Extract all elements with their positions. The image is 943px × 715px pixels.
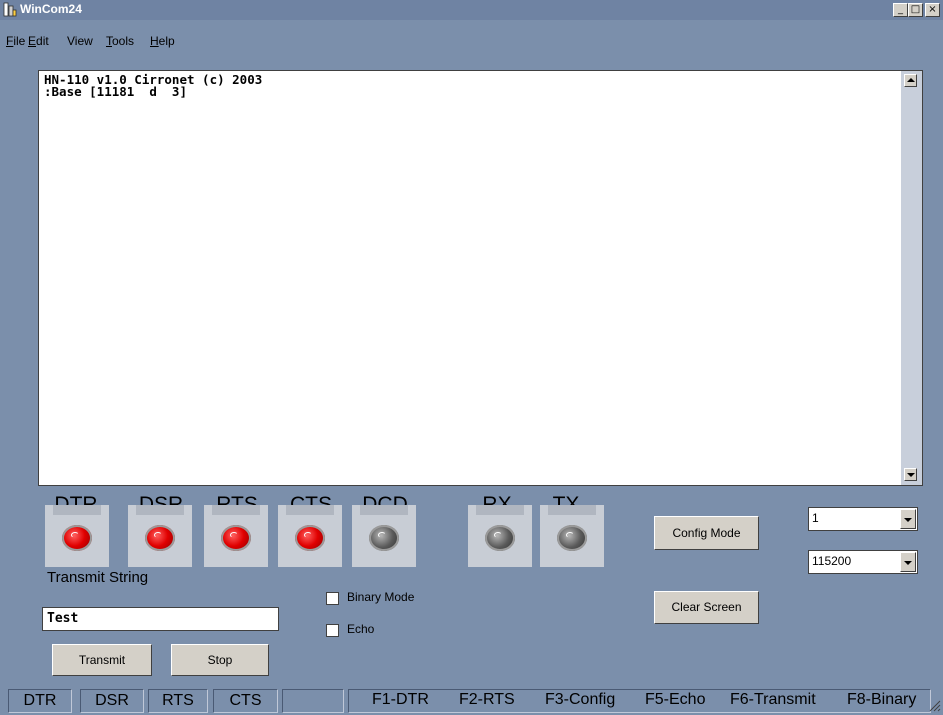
status-cts: CTS — [213, 689, 278, 713]
port-select[interactable]: 1 — [808, 507, 918, 531]
menu-view[interactable]: View — [67, 34, 93, 48]
menu-bar: File Edit View Tools Help — [0, 34, 943, 54]
led-dsr-icon — [145, 525, 175, 551]
led-tx-icon — [557, 525, 587, 551]
echo-label: Echo — [347, 622, 375, 636]
transmit-button[interactable]: Transmit — [52, 644, 152, 676]
menu-tools[interactable]: Tools — [106, 34, 134, 48]
transmit-string-input[interactable]: Test — [42, 607, 279, 631]
status-empty — [282, 689, 344, 713]
led-panel-tx — [540, 505, 604, 567]
baud-dropdown-arrow[interactable] — [900, 552, 916, 572]
scroll-up-button[interactable] — [904, 74, 917, 87]
transmit-string-label: Transmit String — [47, 569, 149, 586]
led-rts-icon — [221, 525, 251, 551]
status-bar: DTR DSR RTS CTS F1-DTR F2-RTS F3-Config … — [0, 686, 943, 715]
app-icon — [3, 2, 17, 17]
resize-grip-icon[interactable] — [929, 700, 941, 712]
status-key-f1: F1-DTR — [372, 691, 429, 708]
menu-file[interactable]: File — [6, 34, 25, 48]
status-key-f3: F3-Config — [545, 691, 616, 708]
led-panel-dsr — [128, 505, 192, 567]
close-button[interactable]: × — [925, 3, 940, 17]
status-key-f6: F6-Transmit — [730, 691, 816, 708]
terminal-output[interactable]: HN-110 v1.0 Cirronet (c) 2003 :Base [111… — [38, 70, 923, 486]
minimize-icon: _ — [898, 4, 903, 15]
echo-checkbox[interactable] — [326, 624, 339, 637]
status-dsr: DSR — [80, 689, 144, 713]
maximize-icon: □ — [910, 4, 921, 15]
led-panel-dtr — [45, 505, 109, 567]
clear-screen-button[interactable]: Clear Screen — [654, 591, 759, 624]
binary-mode-checkbox[interactable] — [326, 592, 339, 605]
vertical-scrollbar[interactable] — [901, 71, 922, 485]
window-title: WinCom24 — [20, 2, 82, 16]
binary-mode-label: Binary Mode — [347, 590, 415, 604]
status-key-f5: F5-Echo — [645, 691, 706, 708]
led-panel-rts — [204, 505, 268, 567]
scroll-up-icon — [907, 78, 915, 82]
terminal-text: HN-110 v1.0 Cirronet (c) 2003 :Base [111… — [44, 72, 263, 99]
menu-edit[interactable]: Edit — [28, 34, 49, 48]
baud-select[interactable]: 115200 — [808, 550, 918, 574]
status-dtr: DTR — [8, 689, 72, 713]
status-key-f2: F2-RTS — [459, 691, 515, 708]
led-panel-rx — [468, 505, 532, 567]
chevron-down-icon — [904, 518, 912, 522]
baud-select-value: 115200 — [812, 554, 852, 568]
led-rx-icon — [485, 525, 515, 551]
stop-button[interactable]: Stop — [171, 644, 269, 676]
minimize-button[interactable]: _ — [893, 3, 908, 17]
chevron-down-icon — [904, 561, 912, 565]
maximize-button[interactable]: □ — [908, 3, 923, 17]
led-dcd-icon — [369, 525, 399, 551]
status-key-f8: F8-Binary — [847, 691, 917, 708]
led-panel-cts — [278, 505, 342, 567]
port-dropdown-arrow[interactable] — [900, 509, 916, 529]
config-mode-button[interactable]: Config Mode — [654, 516, 759, 550]
scroll-down-button[interactable] — [904, 468, 917, 481]
led-dtr-icon — [62, 525, 92, 551]
menu-help[interactable]: Help — [150, 34, 175, 48]
title-bar[interactable]: WinCom24 _ □ × — [0, 0, 943, 20]
transmit-string-value: Test — [47, 611, 79, 626]
led-cts-icon — [295, 525, 325, 551]
status-rts: RTS — [148, 689, 208, 713]
port-select-value: 1 — [812, 511, 819, 525]
status-keys-panel — [348, 689, 931, 713]
led-panel-dcd — [352, 505, 416, 567]
scroll-down-icon — [907, 473, 915, 477]
close-icon: × — [928, 4, 937, 15]
